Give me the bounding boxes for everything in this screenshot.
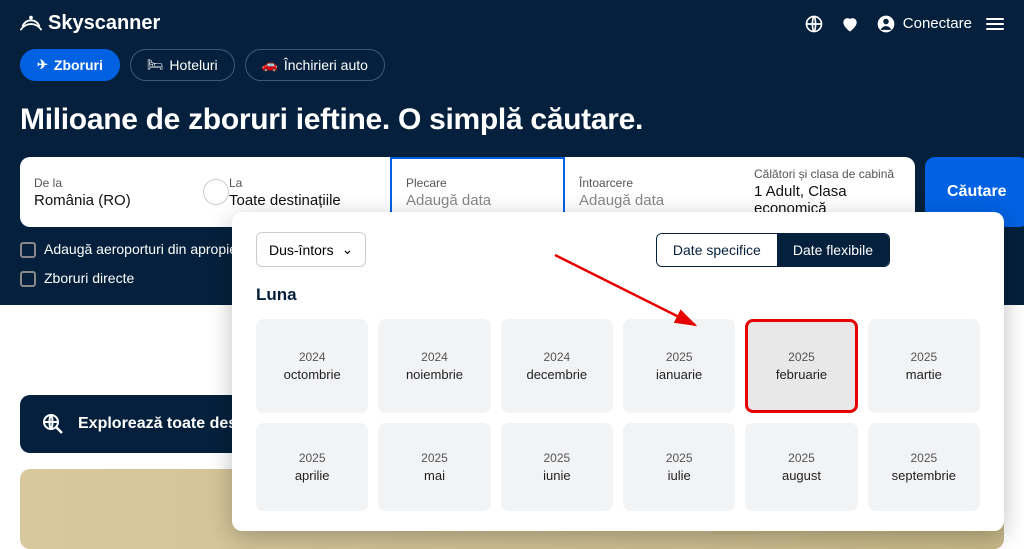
month-option[interactable]: 2025 august [745,423,857,511]
month-year: 2025 [788,451,815,465]
month-name: aprilie [295,468,330,483]
month-option[interactable]: 2025 februarie [745,319,857,413]
month-year: 2025 [910,350,937,364]
month-option[interactable]: 2025 martie [868,319,980,413]
month-year: 2025 [788,350,815,364]
tab-label: Închirieri auto [284,57,368,73]
month-year: 2025 [299,451,326,465]
month-year: 2025 [666,350,693,364]
to-label: La [229,176,376,190]
month-option[interactable]: 2025 iunie [501,423,613,511]
month-name: iulie [668,468,691,483]
to-value: Toate destinațiile [229,192,376,209]
month-year: 2025 [421,451,448,465]
tab-flights[interactable]: ✈ Zboruri [20,49,120,81]
return-placeholder: Adaugă data [579,192,726,209]
month-name: noiembrie [406,367,463,382]
skyscanner-icon [20,13,42,35]
specific-dates-option[interactable]: Date specifice [657,234,777,266]
month-option[interactable]: 2024 decembrie [501,319,613,413]
month-option[interactable]: 2024 noiembrie [378,319,490,413]
from-label: De la [34,176,201,190]
month-name: octombrie [284,367,341,382]
depart-placeholder: Adaugă data [406,192,549,209]
from-field[interactable]: De la România (RO) [20,157,215,227]
brand-logo[interactable]: Skyscanner [20,12,160,35]
month-option[interactable]: 2025 mai [378,423,490,511]
tab-hotels[interactable]: 🛏 Hoteluri [130,49,235,81]
globe-search-icon [40,411,66,437]
date-picker-panel: Dus-întors ⌄ Date specifice Date flexibi… [232,212,1004,531]
swap-icon[interactable]: ⇄ [203,179,229,205]
month-option[interactable]: 2025 ianuarie [623,319,735,413]
month-grid: 2024octombrie2024noiembrie2024decembrie2… [256,319,980,511]
month-year: 2024 [421,350,448,364]
month-name: martie [906,367,942,382]
month-year: 2025 [910,451,937,465]
month-year: 2025 [543,451,570,465]
page-headline: Milioane de zboruri ieftine. O simplă că… [20,103,1004,137]
month-option[interactable]: 2024 octombrie [256,319,368,413]
menu-icon[interactable] [986,15,1004,33]
month-name: februarie [776,367,827,382]
bed-icon: 🛏 [147,57,164,73]
product-tabs: ✈ Zboruri 🛏 Hoteluri 🚗 Închirieri auto [20,49,1004,81]
plane-icon: ✈ [37,57,48,73]
user-icon [875,13,897,35]
passengers-label: Călători și clasa de cabină [754,167,901,181]
month-name: septembrie [892,468,956,483]
checkbox-icon [20,271,36,287]
navbar: Skyscanner Conectare [20,12,1004,35]
heart-icon[interactable] [839,13,861,35]
month-section-label: Luna [256,285,980,305]
chevron-down-icon: ⌄ [342,241,354,258]
depart-label: Plecare [406,176,549,190]
tab-cars[interactable]: 🚗 Închirieri auto [245,49,385,81]
tab-label: Hoteluri [169,57,217,73]
brand-text: Skyscanner [48,12,160,35]
month-option[interactable]: 2025 aprilie [256,423,368,511]
month-name: iunie [543,468,570,483]
flexible-dates-option[interactable]: Date flexibile [777,234,889,266]
trip-type-value: Dus-întors [269,242,334,258]
month-option[interactable]: 2025 iulie [623,423,735,511]
month-option[interactable]: 2025 septembrie [868,423,980,511]
month-year: 2025 [666,451,693,465]
return-label: Întoarcere [579,176,726,190]
checkbox-label: Zboruri directe [44,270,134,286]
checkbox-icon [20,242,36,258]
car-icon: 🚗 [262,57,278,73]
month-name: mai [424,468,445,483]
globe-icon[interactable] [803,13,825,35]
tab-label: Zboruri [54,57,103,73]
month-year: 2024 [543,350,570,364]
login-button[interactable]: Conectare [875,13,972,35]
month-year: 2024 [299,350,326,364]
month-name: decembrie [526,367,587,382]
month-name: august [782,468,821,483]
month-name: ianuarie [656,367,702,382]
from-value: România (RO) [34,192,201,209]
trip-type-select[interactable]: Dus-întors ⌄ [256,232,366,267]
login-label: Conectare [903,15,972,32]
checkbox-label: Adaugă aeroporturi din apropiere [44,241,249,257]
date-mode-toggle: Date specifice Date flexibile [656,233,890,267]
